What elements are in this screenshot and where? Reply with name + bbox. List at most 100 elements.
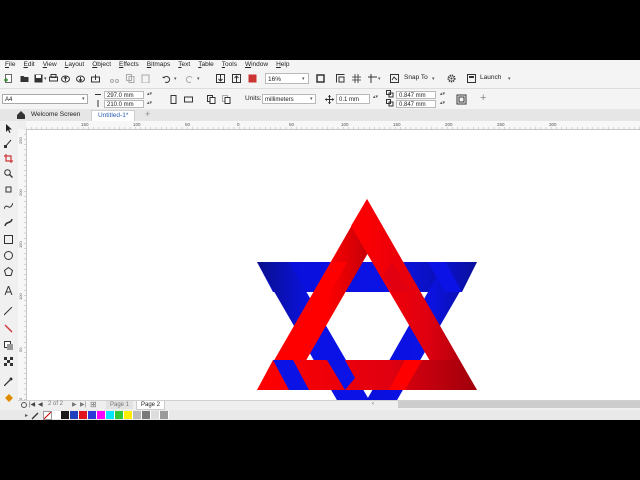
palette-scroll-icon[interactable]: ▸ (25, 412, 28, 419)
show-guidelines-icon[interactable] (368, 74, 377, 83)
first-page-icon[interactable]: |◀ (29, 401, 35, 408)
tab-untitled-1[interactable]: Untitled-1* (91, 110, 136, 121)
copy-icon[interactable] (126, 74, 135, 83)
launch-icon[interactable] (467, 74, 476, 83)
home-icon[interactable] (17, 111, 25, 119)
page-height-field[interactable]: 210.0 mm (104, 100, 144, 108)
menu-help[interactable]: Help (276, 61, 289, 68)
pick-tool-icon[interactable] (4, 124, 13, 133)
portrait-icon[interactable] (169, 95, 178, 104)
save-icon[interactable] (34, 74, 43, 83)
undo-dropdown-icon[interactable]: ▾ (174, 76, 177, 82)
view-dropdown-icon[interactable]: ▾ (378, 76, 381, 82)
freehand-tool-icon[interactable] (4, 201, 13, 210)
snap-to-label[interactable]: Snap To (404, 74, 428, 81)
nudge-distance-field[interactable]: 0.1 mm (336, 94, 370, 104)
eyedropper-tool-icon[interactable] (4, 377, 13, 386)
transparency-tool-icon[interactable] (4, 357, 13, 366)
page-options-icon[interactable] (20, 401, 28, 409)
zoom-tool-icon[interactable] (4, 169, 13, 178)
page-width-field[interactable]: 297.0 mm (104, 91, 144, 99)
duplicate-y-field[interactable]: 0.847 mm (396, 100, 436, 108)
menu-file[interactable]: File (5, 61, 16, 68)
rectangle-tool-icon[interactable] (4, 235, 13, 244)
ellipse-tool-icon[interactable] (4, 251, 13, 260)
color-swatch[interactable] (61, 411, 71, 419)
menu-table[interactable]: Table (198, 61, 214, 68)
add-page-icon[interactable]: ⊞ (90, 400, 97, 409)
shape-tool-icon[interactable] (4, 139, 13, 148)
export-file-icon[interactable] (232, 74, 241, 83)
zoom-dropdown-icon[interactable]: ▾ (302, 76, 305, 82)
undo-icon[interactable] (162, 74, 171, 83)
add-preset-icon[interactable]: + (480, 92, 486, 104)
landscape-icon[interactable] (184, 95, 193, 104)
menu-view[interactable]: View (43, 61, 57, 68)
options-gear-icon[interactable] (447, 74, 456, 83)
page-size-select[interactable]: A4 (2, 94, 88, 104)
launch-label[interactable]: Launch (480, 74, 501, 81)
parallel-dimension-icon[interactable] (4, 307, 13, 316)
nudge-spinner-icon[interactable]: ▴▾ (373, 94, 378, 100)
launch-dropdown-icon[interactable]: ▾ (508, 76, 511, 82)
units-select[interactable]: millimeters (262, 94, 316, 104)
width-spinner-icon[interactable]: ▴▾ (147, 91, 152, 97)
color-swatch[interactable] (106, 411, 116, 419)
next-page-icon[interactable]: ▶ (72, 401, 77, 408)
page-size-dropdown-icon[interactable]: ▾ (82, 96, 85, 102)
color-swatch[interactable] (79, 411, 89, 419)
color-swatch[interactable] (133, 411, 143, 419)
dup-y-spinner-icon[interactable]: ▴▾ (440, 100, 445, 106)
pan-tool-icon[interactable] (4, 184, 13, 193)
star-of-david-drawing[interactable] (27, 130, 640, 420)
scroll-left-icon[interactable]: ‹ (372, 401, 374, 407)
crop-tool-icon[interactable] (4, 154, 13, 163)
last-page-icon[interactable]: ▶| (80, 401, 86, 408)
color-swatch[interactable] (52, 411, 62, 419)
publish-pdf-icon[interactable] (248, 74, 257, 83)
treat-as-filled-icon[interactable] (456, 94, 467, 105)
current-page-icon[interactable] (222, 95, 231, 104)
ruler-origin[interactable] (18, 121, 26, 129)
drawing-canvas[interactable] (27, 130, 640, 420)
redo-dropdown-icon[interactable]: ▾ (197, 76, 200, 82)
color-swatch[interactable] (124, 411, 134, 419)
redo-icon[interactable] (185, 74, 194, 83)
show-rulers-icon[interactable] (336, 74, 345, 83)
interactive-fill-icon[interactable] (4, 394, 13, 403)
print-icon[interactable] (49, 74, 58, 83)
snap-to-dropdown-icon[interactable]: ▾ (432, 76, 435, 82)
horizontal-scrollbar-thumb[interactable] (398, 401, 640, 408)
no-color-swatch[interactable] (43, 410, 53, 420)
text-tool-icon[interactable] (4, 286, 13, 295)
eyedropper-palette-icon[interactable] (31, 411, 41, 420)
save-dropdown-icon[interactable]: ▾ (44, 76, 47, 82)
prev-page-icon[interactable]: ◀ (38, 401, 43, 408)
menu-tools[interactable]: Tools (222, 61, 237, 68)
page-tab-1[interactable]: Page 1 (106, 401, 134, 409)
full-screen-icon[interactable] (316, 74, 325, 83)
menu-edit[interactable]: Edit (24, 61, 35, 68)
height-spinner-icon[interactable]: ▴▾ (147, 100, 152, 106)
menu-layout[interactable]: Layout (65, 61, 85, 68)
color-swatch[interactable] (97, 411, 107, 419)
cloud-download-icon[interactable] (76, 74, 85, 83)
color-swatch[interactable] (88, 411, 98, 419)
menu-bitmaps[interactable]: Bitmaps (147, 61, 171, 68)
menu-text[interactable]: Text (178, 61, 190, 68)
all-pages-icon[interactable] (207, 95, 216, 104)
vertical-ruler[interactable]: 250200150100500 (18, 129, 27, 400)
horizontal-ruler[interactable]: 150 100 50 0 50 100 150 200 250 300 (26, 121, 640, 130)
cut-icon[interactable] (110, 74, 119, 83)
menu-window[interactable]: Window (245, 61, 268, 68)
open-folder-icon[interactable] (20, 74, 29, 83)
polygon-tool-icon[interactable] (4, 267, 13, 276)
snap-to-icon[interactable] (390, 74, 399, 83)
color-swatch[interactable] (70, 411, 80, 419)
connector-tool-icon[interactable] (4, 324, 13, 333)
artistic-media-icon[interactable] (4, 218, 13, 227)
new-document-icon[interactable] (4, 74, 13, 83)
show-grid-icon[interactable] (352, 74, 361, 83)
duplicate-x-field[interactable]: 0.847 mm (396, 91, 436, 99)
units-dropdown-icon[interactable]: ▾ (310, 96, 313, 102)
